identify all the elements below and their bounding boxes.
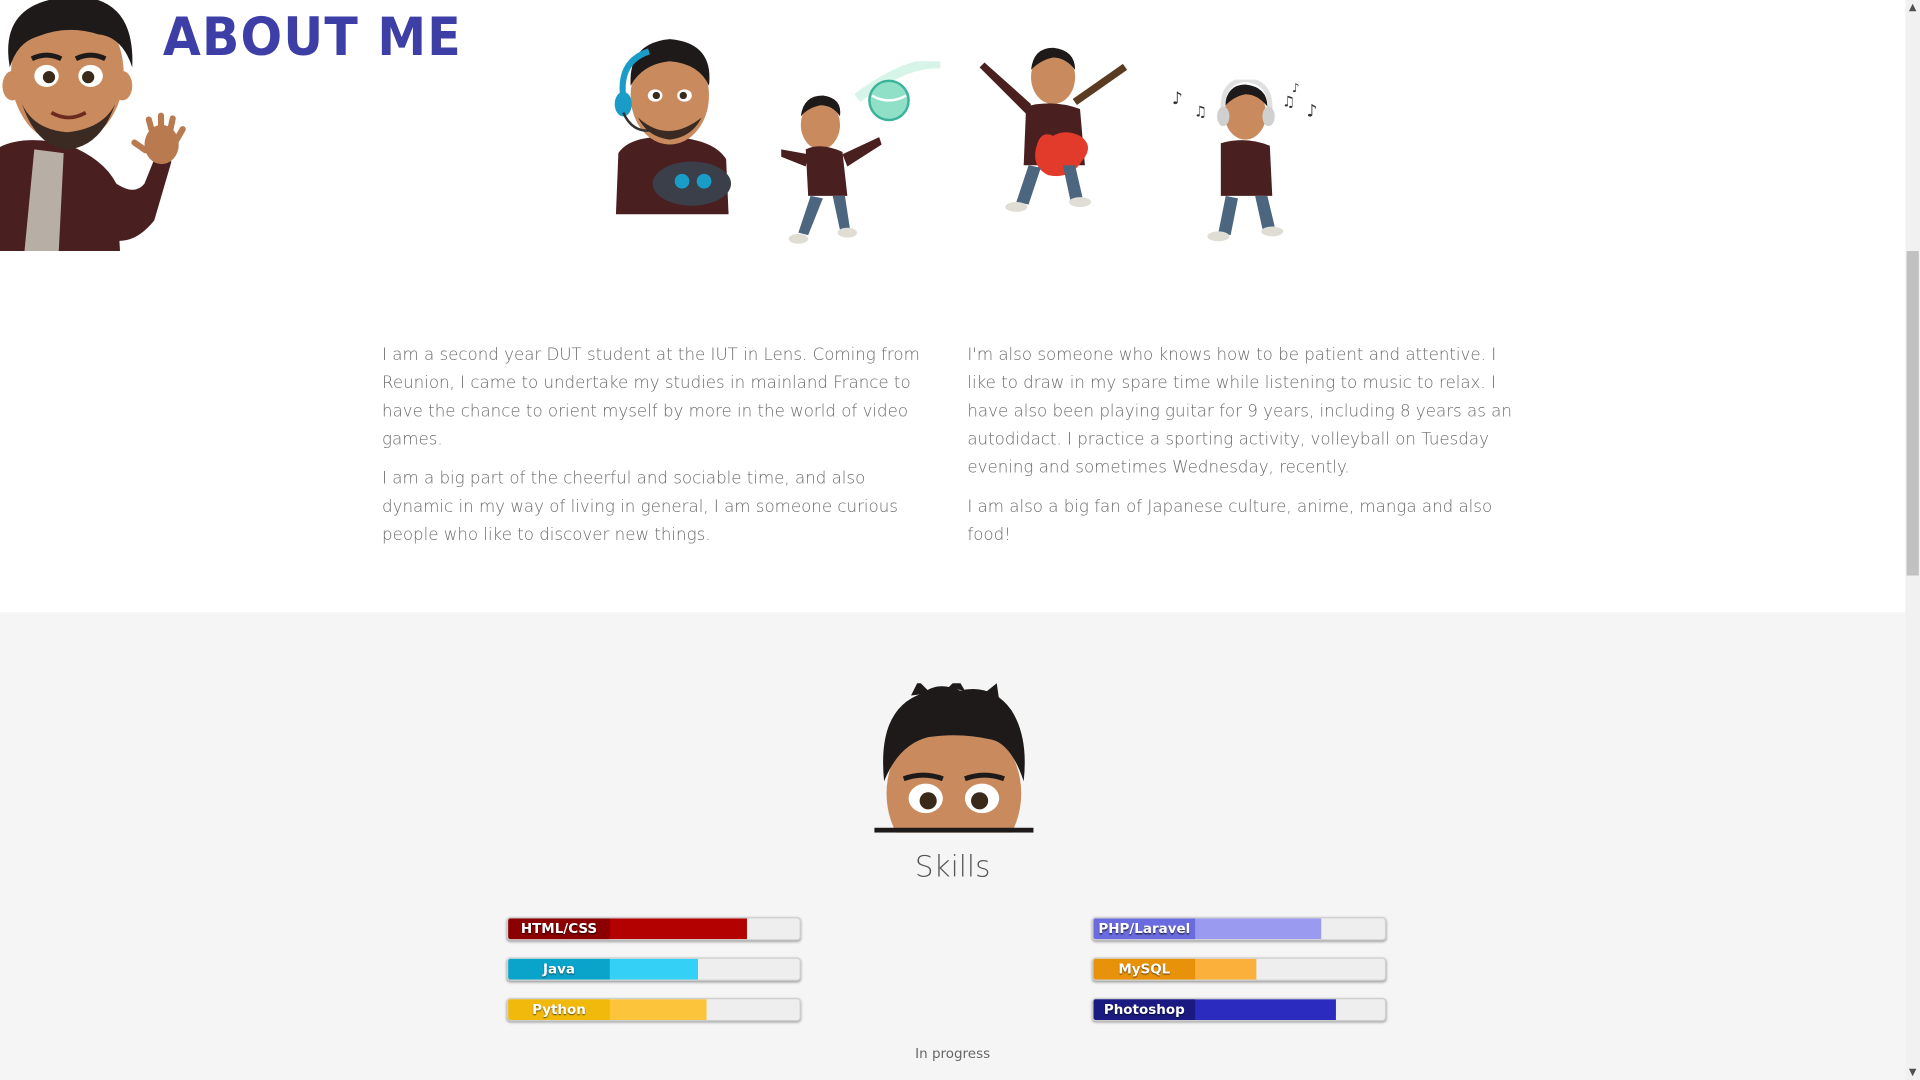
skill-bar-label: PHP/Laravel: [1093, 918, 1196, 940]
svg-text:♫: ♫: [1282, 94, 1295, 111]
in-progress-note: In progress: [915, 1045, 991, 1062]
skill-bar-label: HTML/CSS: [508, 918, 610, 940]
svg-text:♪: ♪: [1172, 89, 1183, 109]
about-paragraph: I am a second year DUT student at the IU…: [382, 345, 920, 450]
skill-bar-label: Java: [508, 958, 610, 980]
page-scrollbar[interactable]: ▲ ▼: [1905, 0, 1920, 1080]
skill-bar-html-css: HTML/CSS: [506, 917, 801, 941]
skills-section: Skills HTML/CSS Java Python PHP/Laravel MySQ…: [0, 612, 1906, 1080]
gaming-avatar-illustration: [614, 39, 732, 215]
skill-bar-mysql: MySQL: [1092, 957, 1387, 981]
scroll-down-arrow-icon[interactable]: ▼: [1905, 1065, 1920, 1080]
hobby-illustrations: ♪ ♫ ♫ ♪ ♪: [600, 31, 1335, 251]
skill-bar-label: Python: [508, 999, 610, 1021]
skill-bar-python: Python: [506, 997, 801, 1022]
skill-bar-photoshop: Photoshop: [1092, 997, 1387, 1022]
about-right-column: I'm also someone who knows how to be pat…: [967, 342, 1518, 561]
about-paragraph: I'm also someone who knows how to be pat…: [967, 345, 1512, 478]
about-section: ABOUT ME ♪ ♫ ♫ ♪ ♪ I am a second year DU…: [0, 0, 1906, 613]
svg-text:♫: ♫: [1194, 103, 1207, 120]
svg-text:♪: ♪: [1307, 101, 1318, 121]
scroll-up-arrow-icon[interactable]: ▲: [1905, 0, 1920, 15]
skill-bar-label: Photoshop: [1093, 999, 1196, 1021]
skill-bar-java: Java: [506, 957, 801, 981]
volleyball-avatar-illustration: [781, 61, 941, 244]
guitar-avatar-illustration: [979, 47, 1128, 212]
music-avatar-illustration: ♪ ♫ ♫ ♪ ♪: [1172, 79, 1318, 242]
skills-title: Skills: [914, 849, 991, 885]
skill-bar-php-laravel: PHP/Laravel: [1092, 917, 1387, 941]
about-title: ABOUT ME: [162, 7, 462, 69]
page: ABOUT ME ♪ ♫ ♫ ♪ ♪ I am a second year DU…: [0, 0, 1920, 1080]
peeking-avatar-illustration: [874, 683, 1034, 833]
about-left-column: I am a second year DUT student at the IU…: [382, 342, 939, 561]
about-paragraph: I am a big part of the cheerful and soci…: [382, 468, 898, 545]
scroll-thumb[interactable]: [1906, 251, 1919, 576]
about-paragraph: I am also a big fan of Japanese culture,…: [967, 497, 1493, 545]
skill-bar-label: MySQL: [1093, 958, 1196, 980]
svg-text:♪: ♪: [1292, 81, 1300, 95]
